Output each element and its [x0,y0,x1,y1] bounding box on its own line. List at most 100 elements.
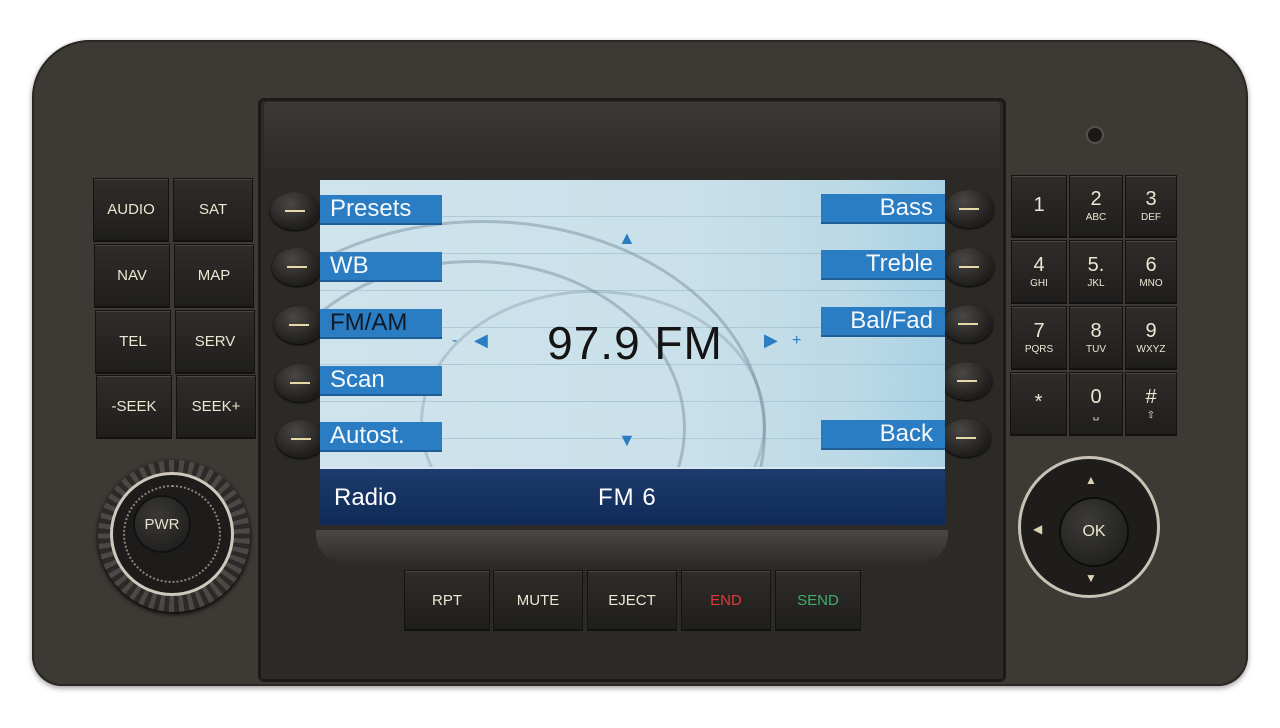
key-number: 2 [1090,188,1102,210]
key-letters: TUV [1086,343,1106,355]
arrow-up-icon[interactable]: ▲ [618,228,636,249]
softkey-fm-am[interactable]: FM/AM [320,309,442,337]
knob-ring: PWR [110,472,234,596]
dpad-left-icon[interactable]: ◀ [1033,522,1042,536]
fm-am-label: FM/AM [330,309,408,336]
right-softkey-1[interactable] [944,190,994,228]
key-hash[interactable]: # ⇧ [1125,372,1177,435]
softkey-bass[interactable]: Bass [821,194,945,222]
serv-label: SERV [194,333,236,350]
send-label: SEND [797,591,839,609]
shift-icon: ⇧ [1146,409,1156,421]
key-9[interactable]: 9 WXYZ [1125,306,1177,369]
key-number: * [1034,391,1043,413]
key-8[interactable]: 8 TUV [1069,306,1123,369]
dash-icon [291,438,311,440]
softkey-treble[interactable]: Treble [821,250,945,278]
key-6[interactable]: 6 MNO [1125,240,1177,303]
left-softkey-4[interactable] [275,364,325,402]
minus-icon: - [452,332,458,349]
wb-label: WB [330,252,369,279]
key-number: # [1145,385,1157,408]
key-1[interactable]: 1 [1011,175,1067,237]
tel-button[interactable]: TEL [95,310,171,373]
bal-fad-label: Bal/Fad [850,307,933,334]
right-softkey-5[interactable] [941,419,991,457]
send-button[interactable]: SEND [775,570,861,630]
audio-button[interactable]: AUDIO [93,178,169,241]
nav-label: NAV [117,267,147,284]
bass-label: Bass [879,194,933,221]
power-label: PWR [144,515,180,533]
dash-icon [956,437,976,439]
eject-button[interactable]: EJECT [587,570,677,630]
navigation-dpad[interactable]: ▲ ▼ ◀ OK [1018,456,1160,598]
left-softkey-1[interactable] [270,192,320,230]
dash-icon [959,266,979,268]
end-button[interactable]: END [681,570,771,630]
band-preset-label: FM 6 [598,484,657,511]
mute-button[interactable]: MUTE [493,570,583,630]
softkey-presets[interactable]: Presets [320,195,442,223]
rpt-label: RPT [432,591,462,609]
nav-button[interactable]: NAV [94,244,170,307]
source-label: Radio [334,484,397,511]
right-softkey-3[interactable] [943,305,993,343]
microphone-icon [1088,128,1102,142]
tel-label: TEL [119,333,147,350]
seek-back-button[interactable]: -SEEK [96,375,172,438]
seek-forward-button[interactable]: SEEK+ [176,375,256,438]
dpad-up-icon[interactable]: ▲ [1085,473,1097,487]
treble-label: Treble [865,250,933,277]
rpt-button[interactable]: RPT [404,570,490,630]
left-softkey-3[interactable] [274,306,324,344]
key-number: 9 [1145,319,1157,342]
left-softkey-5[interactable] [276,420,326,458]
right-softkey-2[interactable] [944,248,994,286]
arrow-down-icon[interactable]: ▼ [618,430,636,451]
key-3[interactable]: 3 DEF [1125,175,1177,237]
key-number: 0 [1090,385,1102,408]
softkey-wb[interactable]: WB [320,252,442,280]
dpad-down-icon[interactable]: ▼ [1085,571,1097,585]
screen-flap [264,102,1000,170]
seek-back-label: -SEEK [111,398,157,415]
presets-label: Presets [330,195,412,222]
softkey-bal-fad[interactable]: Bal/Fad [821,307,945,335]
key-5[interactable]: 5. JKL [1069,240,1123,303]
left-softkey-2[interactable] [272,248,322,286]
dash-icon [959,208,979,210]
map-button[interactable]: MAP [174,244,254,307]
key-0[interactable]: 0 ␣ [1069,372,1123,435]
softkey-scan[interactable]: Scan [320,366,442,394]
key-number: 1 [1033,193,1045,216]
key-4[interactable]: 4 GHI [1011,240,1067,303]
frequency-display: 97.9 FM [547,317,723,369]
key-letters: ABC [1085,212,1107,223]
volume-knob[interactable]: PWR [98,460,250,612]
dash-icon [290,382,310,384]
key-number: 3 [1145,188,1157,210]
key-letters: PQRS [1024,343,1054,355]
sat-button[interactable]: SAT [173,178,253,241]
key-7[interactable]: 7 PQRS [1011,306,1067,369]
serv-button[interactable]: SERV [175,310,255,373]
end-label: END [710,591,742,609]
sat-label: SAT [198,201,228,218]
arrow-left-icon[interactable]: ◀ [474,330,488,351]
map-label: MAP [197,267,231,284]
arrow-right-icon[interactable]: ▶ [764,330,778,351]
softkey-autostore[interactable]: Autost. [320,422,442,450]
dash-icon [285,210,305,212]
softkey-back[interactable]: Back [821,420,945,448]
ok-button[interactable]: OK [1061,499,1127,565]
power-button[interactable]: PWR [135,497,189,551]
right-softkey-4[interactable] [942,362,992,400]
dash-icon [958,323,978,325]
key-star[interactable]: * [1010,372,1067,435]
key-2[interactable]: 2 ABC [1069,175,1123,237]
autostore-label: Autost. [330,422,405,449]
mute-label: MUTE [516,591,560,609]
key-letters: GHI [1030,277,1048,289]
key-number: 5. [1087,253,1105,276]
